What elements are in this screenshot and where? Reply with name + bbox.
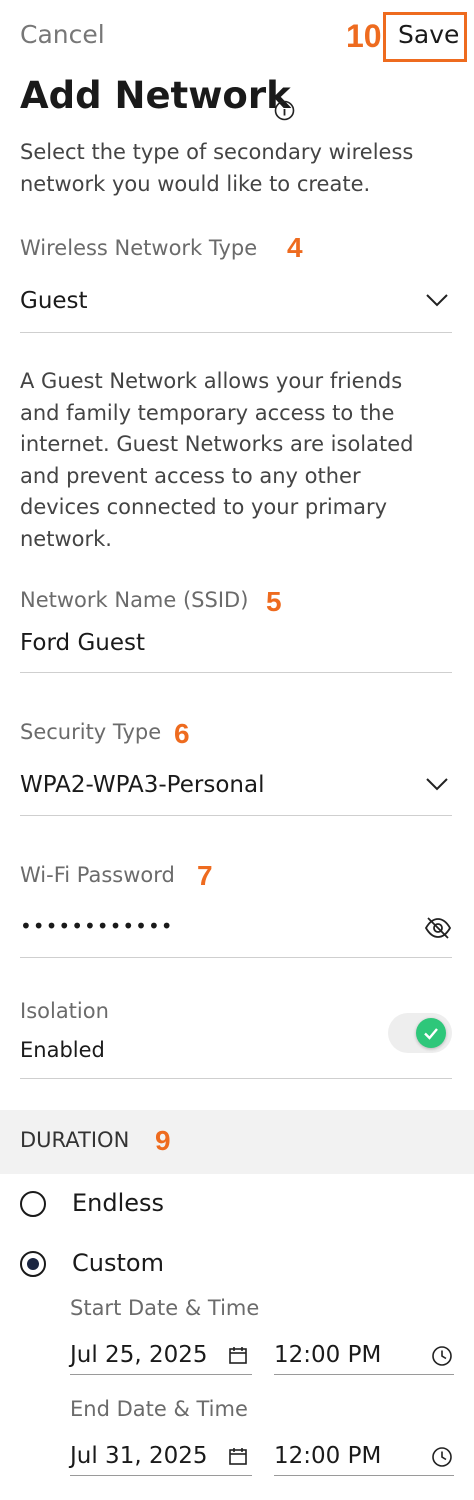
save-step-marker: 10 xyxy=(346,18,382,54)
security-type-underline xyxy=(20,815,452,816)
end-date-underline xyxy=(70,1475,252,1476)
clock-icon[interactable] xyxy=(431,1345,453,1367)
password-step-marker: 7 xyxy=(197,860,213,891)
security-type-step-marker: 6 xyxy=(174,718,190,749)
ssid-label: Network Name (SSID) xyxy=(20,588,249,612)
radio-endless[interactable] xyxy=(20,1191,46,1217)
calendar-icon[interactable] xyxy=(228,1345,248,1365)
isolation-value: Enabled xyxy=(20,1038,105,1062)
isolation-underline xyxy=(20,1078,452,1079)
security-type-value: WPA2-WPA3-Personal xyxy=(20,772,265,798)
network-type-label: Wireless Network Type xyxy=(20,236,258,260)
radio-custom-label[interactable]: Custom xyxy=(72,1249,164,1277)
checkmark-icon xyxy=(424,1028,438,1040)
end-time-input[interactable]: 12:00 PM xyxy=(274,1443,404,1469)
eye-hidden-icon[interactable] xyxy=(424,916,452,940)
radio-custom-dot xyxy=(26,1257,39,1270)
clock-icon[interactable] xyxy=(431,1446,453,1468)
start-date-input[interactable]: Jul 25, 2025 xyxy=(70,1342,210,1368)
start-datetime-label: Start Date & Time xyxy=(70,1296,260,1320)
end-time-underline xyxy=(274,1475,454,1476)
network-type-underline xyxy=(20,332,452,333)
save-button-label: Save xyxy=(398,20,460,49)
duration-heading: DURATION xyxy=(20,1128,130,1152)
chevron-down-icon[interactable] xyxy=(425,776,449,792)
start-time-input[interactable]: 12:00 PM xyxy=(274,1342,404,1368)
chevron-down-icon[interactable] xyxy=(425,292,449,308)
page-subtitle: Select the type of secondary wireless ne… xyxy=(20,140,414,196)
cancel-button[interactable]: Cancel xyxy=(20,20,105,49)
password-input[interactable]: •••••••••••• xyxy=(20,914,410,944)
radio-custom[interactable] xyxy=(20,1251,46,1277)
password-underline xyxy=(20,957,452,958)
network-type-step-marker: 4 xyxy=(287,232,303,263)
network-type-description: A Guest Network allows your friends and … xyxy=(20,369,414,551)
ssid-input[interactable]: Ford Guest xyxy=(20,630,452,670)
security-type-label: Security Type xyxy=(20,720,162,744)
isolation-label: Isolation xyxy=(20,999,109,1023)
ssid-step-marker: 5 xyxy=(266,586,282,617)
toggle-knob xyxy=(416,1018,446,1048)
start-date-underline xyxy=(70,1374,252,1375)
end-datetime-label: End Date & Time xyxy=(70,1397,248,1421)
radio-endless-label[interactable]: Endless xyxy=(72,1189,164,1217)
password-label: Wi-Fi Password xyxy=(20,863,175,887)
page-title: Add Network xyxy=(20,74,291,117)
ssid-underline xyxy=(20,672,452,673)
info-icon[interactable] xyxy=(274,100,295,121)
duration-step-marker: 9 xyxy=(155,1125,171,1156)
start-time-underline xyxy=(274,1374,454,1375)
calendar-icon[interactable] xyxy=(228,1446,248,1466)
end-date-input[interactable]: Jul 31, 2025 xyxy=(70,1443,210,1469)
network-type-value: Guest xyxy=(20,288,88,314)
isolation-toggle[interactable] xyxy=(388,1013,452,1053)
